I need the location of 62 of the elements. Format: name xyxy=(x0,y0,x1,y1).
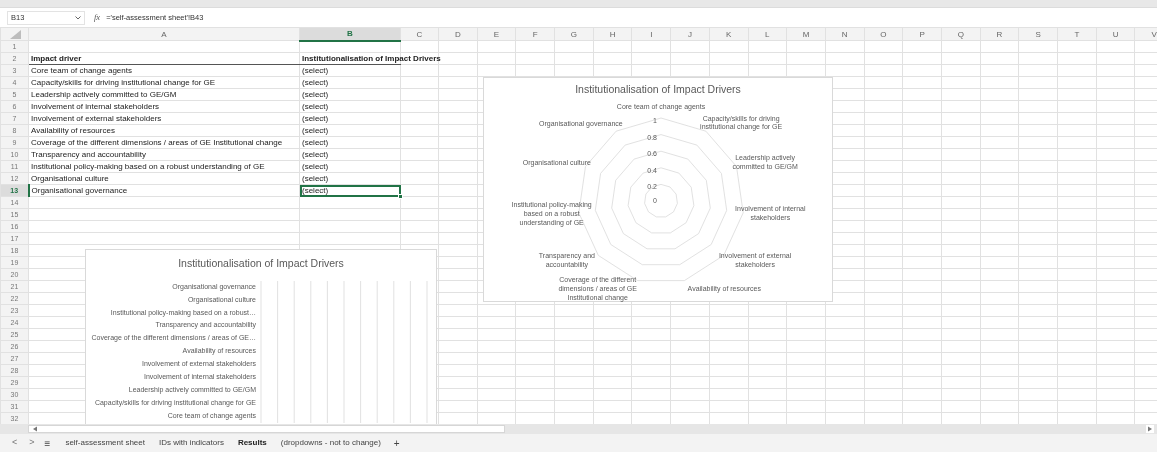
table-cell: Involvement of external stakeholders xyxy=(31,113,162,124)
column-header[interactable]: H xyxy=(593,27,632,41)
column-header[interactable]: E xyxy=(477,27,516,41)
table-cell: (select) xyxy=(302,149,329,160)
column-header[interactable]: M xyxy=(786,27,826,41)
column-header[interactable]: S xyxy=(1018,27,1058,41)
scroll-right-icon[interactable] xyxy=(1146,425,1154,433)
table-cell: Impact driver xyxy=(31,53,82,64)
table-cell: (select) xyxy=(302,113,329,124)
column-header[interactable]: V xyxy=(1134,27,1157,41)
scrollbar-thumb[interactable] xyxy=(28,425,505,433)
column-header[interactable]: T xyxy=(1057,27,1097,41)
table-cell: Coverage of the different dimensions / areas of GE Institutional change xyxy=(31,137,283,148)
chart-title: Institutionalisation of Impact Drivers xyxy=(574,82,742,97)
table-cell: (select) xyxy=(302,101,329,112)
table-cell: (select) xyxy=(302,185,329,196)
column-header[interactable]: G xyxy=(554,27,594,41)
column-header[interactable]: R xyxy=(980,27,1019,41)
table-cell: Organisational governance xyxy=(31,185,128,196)
column-header[interactable]: K xyxy=(709,27,748,41)
column-header[interactable]: A xyxy=(28,27,300,41)
table-cell: (select) xyxy=(302,173,329,184)
column-header[interactable]: O xyxy=(864,27,903,41)
sheet-tab[interactable]: IDs with indicators xyxy=(151,437,231,449)
table-cell: Core team of change agents xyxy=(31,65,132,76)
column-header[interactable]: N xyxy=(825,27,865,41)
chart-title: Institutionalisation of Impact Drivers xyxy=(177,256,345,271)
table-cell: Involvement of internal stakeholders xyxy=(31,101,160,112)
function-label[interactable]: fx xyxy=(94,11,101,24)
next-sheet-button[interactable]: > xyxy=(23,436,41,450)
column-header[interactable]: U xyxy=(1096,27,1135,41)
column-header[interactable]: B xyxy=(299,27,401,41)
table-cell: (select) xyxy=(302,125,329,136)
column-header[interactable]: J xyxy=(670,27,710,41)
column-header[interactable]: C xyxy=(400,27,439,41)
column-header[interactable]: F xyxy=(515,27,555,41)
table-cell: Institutionalisation of Impact Drivers xyxy=(302,53,441,64)
table-cell: Capacity/skills for driving institutional change for GE xyxy=(31,77,216,88)
column-header[interactable]: L xyxy=(748,27,787,41)
table-cell: (select) xyxy=(302,89,329,100)
column-header[interactable]: P xyxy=(902,27,942,41)
table-cell: (select) xyxy=(302,77,329,88)
column-header[interactable]: I xyxy=(631,27,671,41)
table-cell: Availability of resources xyxy=(31,125,115,136)
sheet-tab[interactable]: self-assessment sheet xyxy=(58,437,152,449)
table-cell: (select) xyxy=(302,137,329,148)
previous-sheet-button[interactable]: < xyxy=(6,436,24,450)
fill-handle[interactable] xyxy=(398,194,403,199)
dropdown-caret-icon[interactable] xyxy=(75,15,81,20)
table-cell: Organisational culture xyxy=(31,173,109,184)
table-cell: (select) xyxy=(302,65,329,76)
sheet-tab[interactable]: Results xyxy=(230,437,274,449)
column-header[interactable]: D xyxy=(438,27,478,41)
menu-button[interactable]: ≡ xyxy=(40,435,59,451)
column-header[interactable]: Q xyxy=(941,27,981,41)
table-cell: Leadership actively committed to GE/GM xyxy=(31,89,177,100)
sheet-tab[interactable]: (dropdowns - not to change) xyxy=(273,437,388,449)
table-cell: (select) xyxy=(302,161,329,172)
table-cell: Transparency and accountability xyxy=(31,149,146,160)
add-sheet-button[interactable]: + xyxy=(387,435,406,451)
scroll-left-icon[interactable] xyxy=(32,426,38,432)
table-cell: Institutional policy-making based on a robust understanding of GE xyxy=(31,161,265,172)
